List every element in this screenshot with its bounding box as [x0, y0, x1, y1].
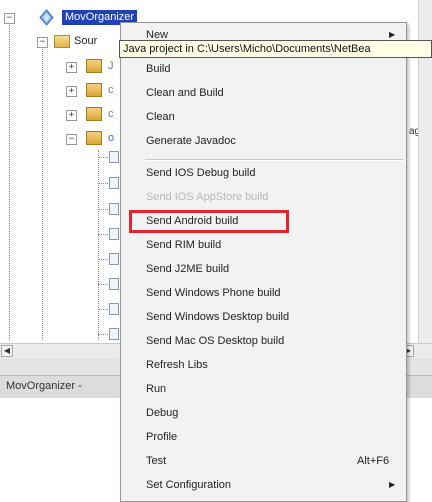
submenu-arrow-icon: ▶	[389, 480, 396, 489]
collapse-icon[interactable]: −	[37, 37, 48, 48]
submenu-arrow-icon: ▶	[389, 30, 396, 39]
project-path-tooltip: Java project in C:\Users\Micho\Documents…	[119, 40, 432, 58]
menu-item-send-rim[interactable]: Send RIM build	[146, 239, 221, 251]
highlight-annotation	[129, 210, 289, 233]
menu-item-clean-and-build[interactable]: Clean and Build	[146, 87, 224, 99]
package-label[interactable]: J	[108, 60, 114, 72]
menu-item-send-ios-debug[interactable]: Send IOS Debug build	[146, 167, 255, 179]
menu-item-send-j2me[interactable]: Send J2ME build	[146, 263, 229, 275]
tree-guide-line	[98, 234, 108, 235]
menu-item-test[interactable]: Test	[146, 455, 166, 467]
tree-guide-line	[98, 150, 99, 340]
menu-item-run[interactable]: Run	[146, 383, 166, 395]
menu-item-refresh-libs[interactable]: Refresh Libs	[146, 359, 208, 371]
tree-guide-line	[98, 259, 108, 260]
navigator-tab[interactable]: MovOrganizer -	[6, 380, 82, 392]
file-icon[interactable]	[109, 177, 119, 189]
tree-guide-line	[98, 334, 108, 335]
expand-icon[interactable]: +	[66, 86, 77, 97]
scroll-left-icon[interactable]: ◀	[1, 345, 13, 357]
tree-guide-line	[98, 183, 108, 184]
tree-guide-line	[98, 309, 108, 310]
menu-separator	[145, 159, 403, 161]
package-label[interactable]: c	[108, 108, 114, 120]
expand-icon[interactable]: +	[66, 110, 77, 121]
package-icon[interactable]	[86, 131, 102, 145]
tree-guide-line	[98, 284, 108, 285]
package-icon[interactable]	[86, 59, 102, 73]
package-label[interactable]: c	[108, 84, 114, 96]
file-icon[interactable]	[109, 151, 119, 163]
menu-item-send-ios-appstore: Send IOS AppStore build	[146, 191, 269, 203]
file-icon[interactable]	[109, 278, 119, 290]
menu-item-build[interactable]: Build	[146, 63, 170, 75]
file-icon[interactable]	[109, 228, 119, 240]
file-icon[interactable]	[109, 253, 119, 265]
folder-icon	[54, 35, 70, 48]
source-packages-label[interactable]: Sour	[74, 35, 97, 47]
tree-guide-line	[9, 20, 10, 340]
menu-shortcut-test: Alt+F6	[357, 455, 390, 467]
menu-item-send-windows-phone[interactable]: Send Windows Phone build	[146, 287, 281, 299]
collapse-icon[interactable]: −	[4, 13, 15, 24]
file-icon[interactable]	[109, 303, 119, 315]
menu-item-send-mac-desktop[interactable]: Send Mac OS Desktop build	[146, 335, 284, 347]
menu-item-generate-javadoc[interactable]: Generate Javadoc	[146, 135, 236, 147]
tree-guide-line	[98, 209, 108, 210]
project-icon	[38, 9, 55, 26]
tree-guide-line	[42, 44, 43, 340]
collapse-icon[interactable]: −	[66, 134, 77, 145]
menu-item-set-configuration[interactable]: Set Configuration	[146, 479, 231, 491]
package-icon[interactable]	[86, 83, 102, 97]
context-menu: New ▶ Build Clean and Build Clean Genera…	[120, 22, 407, 502]
menu-item-clean[interactable]: Clean	[146, 111, 175, 123]
menu-item-send-windows-desktop[interactable]: Send Windows Desktop build	[146, 311, 289, 323]
package-label[interactable]: o	[108, 132, 114, 144]
tree-guide-line	[98, 157, 108, 158]
expand-icon[interactable]: +	[66, 62, 77, 73]
menu-item-profile[interactable]: Profile	[146, 431, 177, 443]
file-icon[interactable]	[109, 328, 119, 340]
menu-item-debug[interactable]: Debug	[146, 407, 178, 419]
package-icon[interactable]	[86, 107, 102, 121]
file-icon[interactable]	[109, 203, 119, 215]
